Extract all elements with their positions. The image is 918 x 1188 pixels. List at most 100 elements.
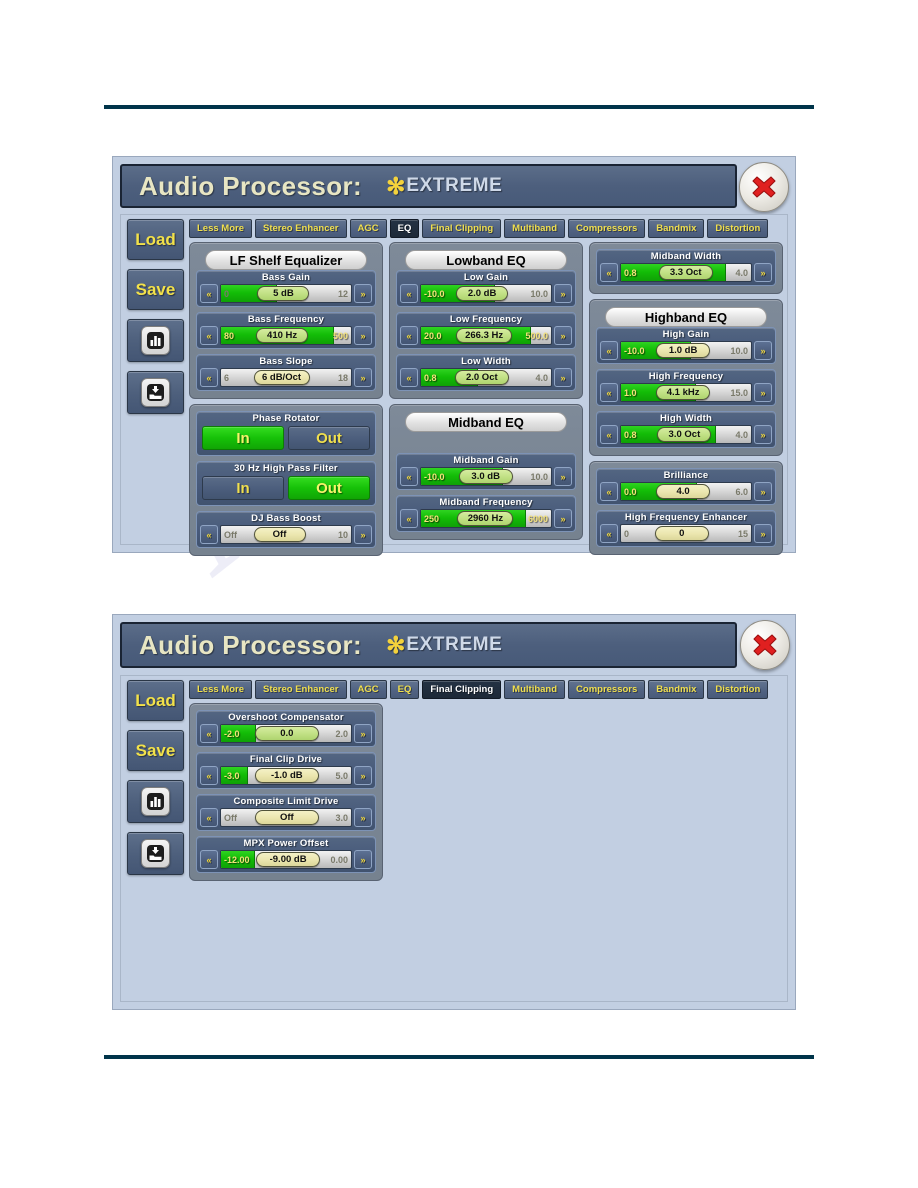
value-slider[interactable]: -2.0 2.0 0.0: [220, 724, 352, 743]
decrement-arrow-icon[interactable]: «: [400, 467, 418, 486]
increment-arrow-icon[interactable]: »: [354, 850, 372, 869]
tab-final-clipping[interactable]: Final Clipping: [422, 680, 502, 699]
tab-distortion[interactable]: Distortion: [707, 219, 769, 238]
increment-arrow-icon[interactable]: »: [354, 808, 372, 827]
increment-arrow-icon[interactable]: »: [554, 467, 572, 486]
value-slider[interactable]: -10.0 10.0 1.0 dB: [620, 341, 752, 360]
slider-value-thumb[interactable]: 2.0 Oct: [454, 370, 509, 385]
value-slider[interactable]: 0.8 4.0 3.0 Oct: [620, 425, 752, 444]
tab-compressors[interactable]: Compressors: [568, 680, 646, 699]
increment-arrow-icon[interactable]: »: [354, 368, 372, 387]
value-slider[interactable]: 0 15 0: [620, 524, 752, 543]
slider-value-thumb[interactable]: 4.1 kHz: [656, 385, 711, 400]
meters-icon[interactable]: [127, 780, 184, 823]
tab-bandmix[interactable]: Bandmix: [648, 680, 705, 699]
tab-less-more[interactable]: Less More: [189, 680, 252, 699]
increment-arrow-icon[interactable]: »: [354, 724, 372, 743]
value-slider[interactable]: 0.8 4.0 3.3 Oct: [620, 263, 752, 282]
decrement-arrow-icon[interactable]: «: [600, 341, 618, 360]
increment-arrow-icon[interactable]: »: [354, 525, 372, 544]
load-button[interactable]: Load: [127, 219, 184, 260]
decrement-arrow-icon[interactable]: «: [200, 284, 218, 303]
decrement-arrow-icon[interactable]: «: [600, 425, 618, 444]
value-slider[interactable]: -3.0 5.0 -1.0 dB: [220, 766, 352, 785]
value-slider[interactable]: Off 3.0 Off: [220, 808, 352, 827]
slider-value-thumb[interactable]: 0.0: [254, 726, 319, 741]
value-slider[interactable]: -12.00 0.00 -9.00 dB: [220, 850, 352, 869]
toggle-option-in[interactable]: In: [202, 476, 284, 500]
tab-multiband[interactable]: Multiband: [504, 680, 566, 699]
decrement-arrow-icon[interactable]: «: [600, 383, 618, 402]
toggle-option-out[interactable]: Out: [288, 426, 370, 450]
value-slider[interactable]: 6 18 6 dB/Oct: [220, 368, 352, 387]
download-icon[interactable]: [127, 832, 184, 875]
tab-distortion[interactable]: Distortion: [707, 680, 769, 699]
slider-value-thumb[interactable]: 266.3 Hz: [456, 328, 513, 343]
decrement-arrow-icon[interactable]: «: [600, 524, 618, 543]
decrement-arrow-icon[interactable]: «: [400, 368, 418, 387]
meters-icon[interactable]: [127, 319, 184, 362]
tab-stereo-enhancer[interactable]: Stereo Enhancer: [255, 219, 347, 238]
decrement-arrow-icon[interactable]: «: [600, 263, 618, 282]
download-icon[interactable]: [127, 371, 184, 414]
tab-agc[interactable]: AGC: [349, 219, 387, 238]
tab-less-more[interactable]: Less More: [189, 219, 252, 238]
increment-arrow-icon[interactable]: »: [554, 326, 572, 345]
increment-arrow-icon[interactable]: »: [754, 383, 772, 402]
decrement-arrow-icon[interactable]: «: [200, 850, 218, 869]
increment-arrow-icon[interactable]: »: [754, 263, 772, 282]
value-slider[interactable]: 20.0 500.0 266.3 Hz: [420, 326, 552, 345]
slider-value-thumb[interactable]: 3.0 Oct: [657, 427, 712, 442]
value-slider[interactable]: 0 12 5 dB: [220, 284, 352, 303]
save-button[interactable]: Save: [127, 269, 184, 310]
slider-value-thumb[interactable]: -9.00 dB: [256, 852, 321, 867]
tab-agc[interactable]: AGC: [349, 680, 387, 699]
increment-arrow-icon[interactable]: »: [754, 524, 772, 543]
value-slider[interactable]: 0.8 4.0 2.0 Oct: [420, 368, 552, 387]
slider-value-thumb[interactable]: 5 dB: [257, 286, 310, 301]
value-slider[interactable]: -10.0 10.0 2.0 dB: [420, 284, 552, 303]
slider-value-thumb[interactable]: 6 dB/Oct: [253, 370, 310, 385]
tab-stereo-enhancer[interactable]: Stereo Enhancer: [255, 680, 347, 699]
close-button[interactable]: [740, 620, 790, 670]
slider-value-thumb[interactable]: 2.0 dB: [456, 286, 509, 301]
increment-arrow-icon[interactable]: »: [354, 284, 372, 303]
value-slider[interactable]: -10.0 10.0 3.0 dB: [420, 467, 552, 486]
decrement-arrow-icon[interactable]: «: [200, 724, 218, 743]
decrement-arrow-icon[interactable]: «: [400, 284, 418, 303]
value-slider[interactable]: 0.0 6.0 4.0: [620, 482, 752, 501]
slider-value-thumb[interactable]: 4.0: [656, 484, 711, 499]
slider-value-thumb[interactable]: 3.3 Oct: [658, 265, 713, 280]
increment-arrow-icon[interactable]: »: [354, 766, 372, 785]
slider-value-thumb[interactable]: 1.0 dB: [656, 343, 711, 358]
increment-arrow-icon[interactable]: »: [754, 341, 772, 360]
decrement-arrow-icon[interactable]: «: [200, 525, 218, 544]
decrement-arrow-icon[interactable]: «: [200, 766, 218, 785]
decrement-arrow-icon[interactable]: «: [200, 368, 218, 387]
increment-arrow-icon[interactable]: »: [554, 284, 572, 303]
slider-value-thumb[interactable]: Off: [253, 527, 306, 542]
decrement-arrow-icon[interactable]: «: [600, 482, 618, 501]
close-button[interactable]: [739, 162, 789, 212]
slider-value-thumb[interactable]: 2960 Hz: [457, 511, 514, 526]
value-slider[interactable]: 250 6000 2960 Hz: [420, 509, 552, 528]
load-button[interactable]: Load: [127, 680, 184, 721]
increment-arrow-icon[interactable]: »: [554, 368, 572, 387]
value-slider[interactable]: Off 10 Off: [220, 525, 352, 544]
tab-eq[interactable]: EQ: [389, 219, 420, 238]
slider-value-thumb[interactable]: 3.0 dB: [458, 469, 513, 484]
tab-bandmix[interactable]: Bandmix: [648, 219, 705, 238]
decrement-arrow-icon[interactable]: «: [200, 326, 218, 345]
decrement-arrow-icon[interactable]: «: [400, 509, 418, 528]
decrement-arrow-icon[interactable]: «: [200, 808, 218, 827]
save-button[interactable]: Save: [127, 730, 184, 771]
toggle-option-out[interactable]: Out: [288, 476, 370, 500]
value-slider[interactable]: 1.0 15.0 4.1 kHz: [620, 383, 752, 402]
toggle-option-in[interactable]: In: [202, 426, 284, 450]
tab-compressors[interactable]: Compressors: [568, 219, 646, 238]
tab-final-clipping[interactable]: Final Clipping: [422, 219, 502, 238]
slider-value-thumb[interactable]: -1.0 dB: [254, 768, 319, 783]
increment-arrow-icon[interactable]: »: [354, 326, 372, 345]
decrement-arrow-icon[interactable]: «: [400, 326, 418, 345]
tab-multiband[interactable]: Multiband: [504, 219, 566, 238]
